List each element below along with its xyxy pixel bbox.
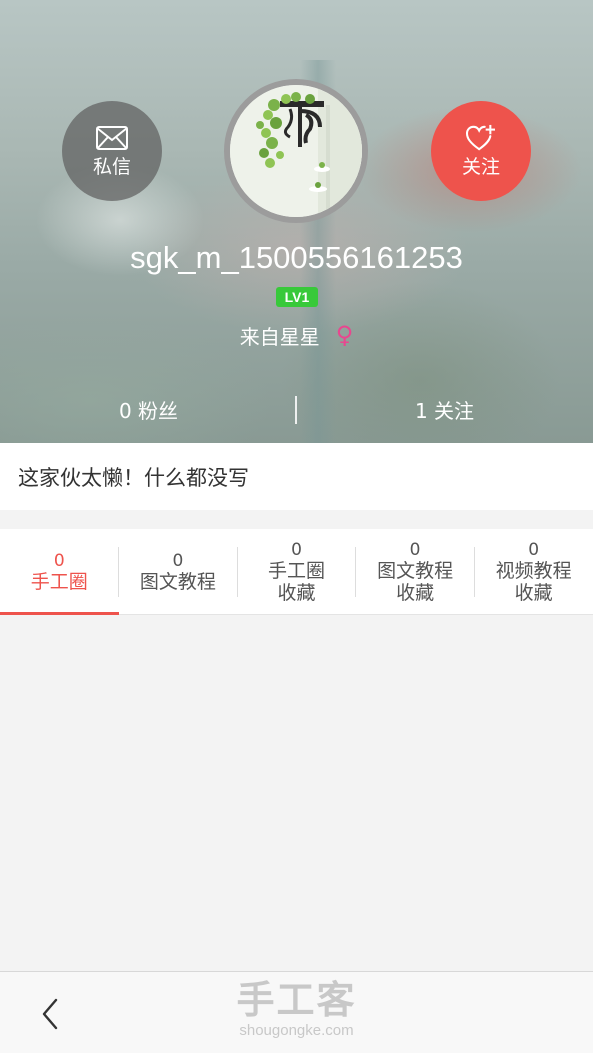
message-button-label: 私信 <box>92 156 131 178</box>
tab-label-line2: 收藏 <box>514 581 553 604</box>
tab-label: 图文教程 <box>139 570 216 593</box>
brand-domain: shougongke.com <box>239 1022 354 1039</box>
username: sgk_m_1500556161253 <box>130 240 463 275</box>
brand-logo: 手工客 shougongke.com <box>0 978 593 1040</box>
brand-name: 手工客 <box>236 978 357 1022</box>
tab-content-area <box>0 615 593 971</box>
tab-graphic-tutorials[interactable]: 0 图文教程 <box>119 529 238 614</box>
tab-divider <box>237 547 238 597</box>
tab-divider <box>118 547 119 597</box>
bio-text: 这家伙太懒！什么都没写 <box>0 443 593 510</box>
tab-divider <box>474 547 475 597</box>
message-button[interactable]: 私信 <box>62 101 162 201</box>
tab-video-tutorial-favorites[interactable]: 0 视频教程 收藏 <box>474 529 593 614</box>
follow-button[interactable]: 关注 <box>431 101 531 201</box>
tab-label-line2: 收藏 <box>396 581 435 604</box>
tab-divider <box>355 547 356 597</box>
tab-label: 视频教程 <box>495 559 572 582</box>
tab-count: 0 <box>409 539 421 560</box>
tab-handcraft-circle[interactable]: 0 手工圈 <box>0 529 119 615</box>
level-badge: LV1 <box>276 287 318 307</box>
tab-label: 手工圈 <box>30 570 88 593</box>
envelope-icon <box>96 126 128 150</box>
tab-count: 0 <box>291 539 302 560</box>
avatar[interactable] <box>224 79 368 223</box>
tab-label: 图文教程 <box>377 559 454 582</box>
follows-count[interactable]: 1 关注 <box>296 397 593 425</box>
tab-count: 0 <box>172 550 184 571</box>
bottom-bar: 手工客 shougongke.com <box>0 971 593 1053</box>
follow-button-label: 关注 <box>461 156 500 178</box>
avatar-image <box>230 85 362 217</box>
fans-count[interactable]: 0 粉丝 <box>0 397 297 425</box>
tab-label: 手工圈 <box>267 559 325 582</box>
tab-graphic-tutorial-favorites[interactable]: 0 图文教程 收藏 <box>356 529 475 614</box>
profile-header: 私信 关注 sgk_m_1500556161253 LV1 来自星星 ♀ 0 粉… <box>0 0 593 443</box>
tab-label-line2: 收藏 <box>277 581 316 604</box>
content-tabs: 0 手工圈 0 图文教程 0 手工圈 收藏 0 图文教程 收藏 0 视频教程 收… <box>0 529 593 615</box>
location-row: 来自星星 ♀ <box>0 320 593 350</box>
tab-handcraft-circle-favorites[interactable]: 0 手工圈 收藏 <box>237 529 356 614</box>
location-text: 来自星星 <box>239 324 320 349</box>
heart-plus-icon <box>465 124 495 151</box>
female-icon: ♀ <box>335 321 354 349</box>
tab-count: 0 <box>528 539 540 560</box>
tab-count: 0 <box>53 550 65 571</box>
